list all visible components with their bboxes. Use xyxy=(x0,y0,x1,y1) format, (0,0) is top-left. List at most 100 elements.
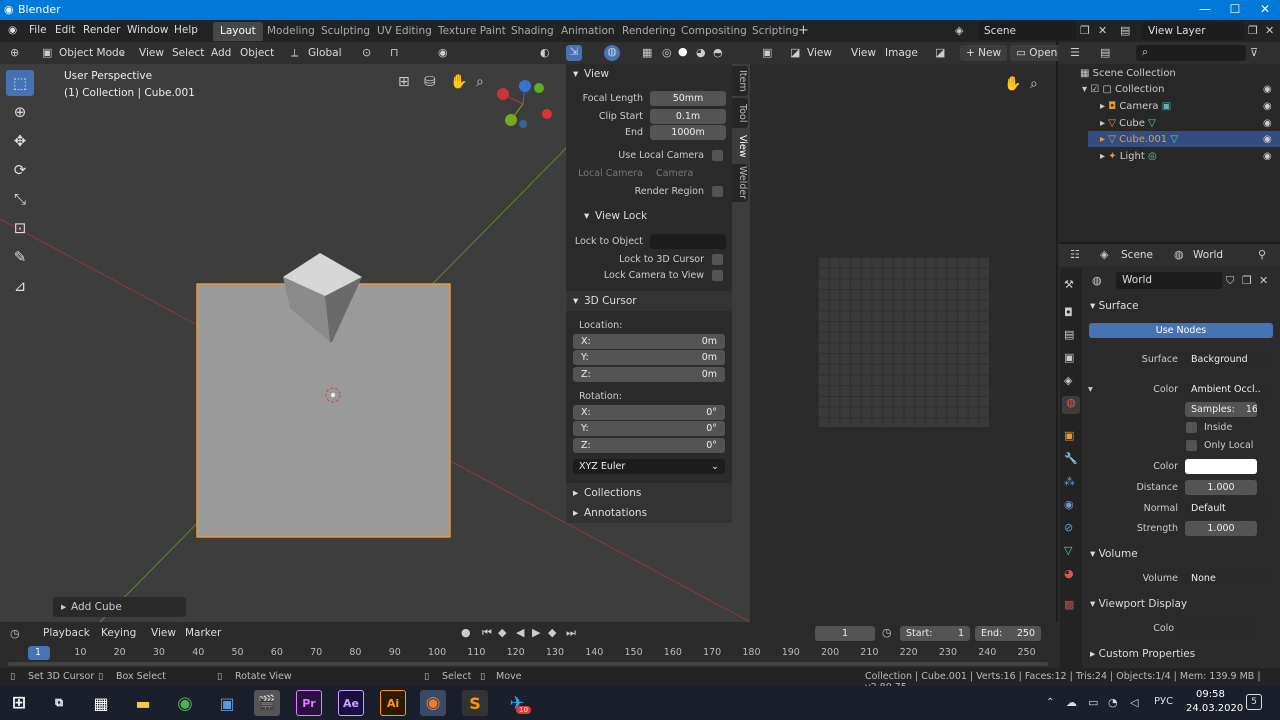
camera-view-icon[interactable]: ⛁ xyxy=(424,74,436,90)
menu-edit[interactable]: Edit xyxy=(55,24,75,36)
last-operator-panel[interactable]: ▸ Add Cube xyxy=(53,597,186,617)
outliner-item-camera[interactable]: ▸ ◘ Camera ▣ xyxy=(1100,101,1171,112)
volume-icon[interactable]: ◁ xyxy=(1130,696,1138,709)
scene-tab-icon[interactable]: ◈ xyxy=(1064,374,1072,387)
particles-tab-icon[interactable]: ⁂ xyxy=(1064,475,1075,488)
outliner-search-input[interactable]: ⌕ xyxy=(1136,45,1246,61)
cursor-location-y[interactable]: Y: 0m xyxy=(573,350,725,365)
menu-help[interactable]: Help xyxy=(174,24,198,36)
timeline-type-icon[interactable]: ◷ xyxy=(10,627,20,640)
3d-cursor-header[interactable]: ▾ 3D Cursor xyxy=(566,291,732,311)
jump-start-icon[interactable]: ⏮ xyxy=(482,626,492,640)
eye-icon[interactable]: ◉ xyxy=(1263,101,1272,112)
jump-end-icon[interactable]: ⏭ xyxy=(566,626,576,640)
only-local-checkbox[interactable] xyxy=(1186,440,1197,451)
render-tab-icon[interactable]: ◘ xyxy=(1064,306,1073,319)
view-lock-header[interactable]: ▾ View Lock xyxy=(566,206,732,226)
blender-taskbar-icon[interactable]: ◉ xyxy=(420,690,446,716)
wireframe-shading-icon[interactable]: ◎ xyxy=(662,46,672,59)
image-editor[interactable]: ▣ ◪ View View Image ◪ + New ▭ Open ✋ ⌕ xyxy=(750,42,1064,622)
annotations-header[interactable]: ▸ Annotations xyxy=(566,503,732,523)
new-image-button[interactable]: + New xyxy=(960,45,1008,61)
strength-field[interactable]: 1.000 xyxy=(1185,521,1257,536)
viewport-menu-select[interactable]: Select xyxy=(172,47,204,59)
cursor-rotation-z[interactable]: Z: 0° xyxy=(573,438,725,453)
visibility-icon[interactable]: ◐ xyxy=(540,46,550,59)
eye-icon[interactable]: ◉ xyxy=(1263,151,1272,162)
windows-start-icon[interactable]: ⊞ xyxy=(6,690,32,716)
cloud-icon[interactable]: ☁ xyxy=(1066,696,1077,709)
annotate-tool[interactable]: ✎ xyxy=(6,244,34,270)
pin-icon[interactable]: ⚲ xyxy=(1258,248,1266,261)
rotation-mode-dropdown[interactable]: XYZ Euler ⌄ xyxy=(573,459,725,474)
outliner-item-collection[interactable]: ▾ ☑ ▢ Collection xyxy=(1082,84,1164,95)
world-name-field[interactable]: World xyxy=(1116,272,1222,289)
color-swatch[interactable] xyxy=(1185,459,1257,474)
image-menu-view[interactable]: View xyxy=(851,47,876,59)
editor-type-icon[interactable]: ⊕ xyxy=(10,46,19,59)
surface-dropdown[interactable]: Background xyxy=(1185,352,1273,367)
grid-toggle-icon[interactable]: ⊞ xyxy=(398,74,410,90)
collections-header[interactable]: ▸ Collections xyxy=(566,483,732,503)
view-layer-new-icon[interactable]: ❐ xyxy=(1248,24,1258,37)
after-effects-icon[interactable]: Ae xyxy=(338,690,364,716)
texture-tab-icon[interactable]: ▩ xyxy=(1064,598,1074,611)
material-shading-icon[interactable]: ◕ xyxy=(696,46,706,59)
tool-tab-icon[interactable]: ⚒ xyxy=(1064,278,1074,291)
render-region-checkbox[interactable] xyxy=(712,186,723,197)
pan-view-icon[interactable]: ✋ xyxy=(450,74,467,90)
custom-properties-section[interactable]: ▸ Custom Properties xyxy=(1090,648,1195,660)
duplicate-world-icon[interactable]: ❐ xyxy=(1242,274,1252,287)
clip-start-field[interactable]: 0.1m xyxy=(650,109,726,124)
menu-file[interactable]: File xyxy=(29,24,47,36)
filter-icon[interactable]: ⊽ xyxy=(1250,46,1258,59)
tab-texture-paint[interactable]: Texture Paint xyxy=(431,22,513,41)
cursor-location-z[interactable]: Z: 0m xyxy=(573,367,725,382)
overlay-toggle-icon[interactable]: ◍ xyxy=(604,45,620,61)
gizmo-toggle-icon[interactable]: ⇲ xyxy=(566,45,582,61)
rotate-tool[interactable]: ⟳ xyxy=(6,157,34,183)
timeline-menu-playback[interactable]: Playback xyxy=(43,627,90,639)
data-tab-icon[interactable]: ▽ xyxy=(1064,544,1072,557)
sidebar-tab-item[interactable]: Item xyxy=(732,66,748,96)
close-button[interactable]: ✕ xyxy=(1250,2,1280,16)
navigation-gizmo[interactable] xyxy=(493,78,557,142)
viewport-menu-object[interactable]: Object xyxy=(240,47,274,59)
tray-chevron-icon[interactable]: ⌃ xyxy=(1046,697,1054,708)
eye-icon[interactable]: ◉ xyxy=(1263,84,1272,95)
timeline-menu-keying[interactable]: Keying xyxy=(101,627,136,639)
menu-window[interactable]: Window xyxy=(127,24,168,36)
minimize-button[interactable]: — xyxy=(1190,2,1220,16)
viewport-display-section[interactable]: ▾ Viewport Display xyxy=(1090,598,1187,610)
transform-tool[interactable]: ⊡ xyxy=(6,215,34,241)
measure-tool[interactable]: ⊿ xyxy=(6,273,34,299)
use-nodes-button[interactable]: Use Nodes xyxy=(1089,323,1273,338)
clip-end-field[interactable]: 1000m xyxy=(650,125,726,140)
view-layer-field[interactable]: View Layer xyxy=(1142,22,1244,40)
tab-scripting[interactable]: Scripting xyxy=(745,22,806,41)
material-tab-icon[interactable]: ◕ xyxy=(1064,567,1074,580)
physics-tab-icon[interactable]: ◉ xyxy=(1064,498,1074,511)
scene-new-icon[interactable]: ❐ xyxy=(1080,24,1090,37)
battery-icon[interactable]: ▭ xyxy=(1088,696,1098,709)
cursor-rotation-x[interactable]: X: 0° xyxy=(573,405,725,420)
modifier-tab-icon[interactable]: 🔧 xyxy=(1064,452,1078,465)
next-keyframe-icon[interactable]: ◆ xyxy=(548,626,556,639)
focal-length-field[interactable]: 50mm xyxy=(650,91,726,106)
clapper-app-icon[interactable]: 🎬 xyxy=(254,690,280,716)
snap-icon[interactable]: ⊓ xyxy=(390,46,399,59)
tab-rendering[interactable]: Rendering xyxy=(615,22,683,41)
tab-modeling[interactable]: Modeling xyxy=(260,22,322,41)
zoom-view-icon[interactable]: ⌕ xyxy=(476,74,484,90)
eye-icon[interactable]: ◉ xyxy=(1263,118,1272,129)
lock-to-object-field[interactable] xyxy=(650,234,726,249)
vd-color-swatch[interactable] xyxy=(1174,621,1256,636)
sidebar-tab-tool[interactable]: Tool xyxy=(732,98,748,128)
preview-range-icon[interactable]: ◷ xyxy=(882,626,892,639)
outliner-item-light[interactable]: ▸ ✦ Light ◎ xyxy=(1100,151,1157,162)
pan-image-icon[interactable]: ✋ xyxy=(1004,76,1021,92)
sublime-icon[interactable]: S xyxy=(462,690,488,716)
network-icon[interactable]: ◔ xyxy=(1108,696,1118,709)
cursor-rotation-y[interactable]: Y: 0° xyxy=(573,421,725,436)
timeline-menu-marker[interactable]: Marker xyxy=(185,627,221,639)
